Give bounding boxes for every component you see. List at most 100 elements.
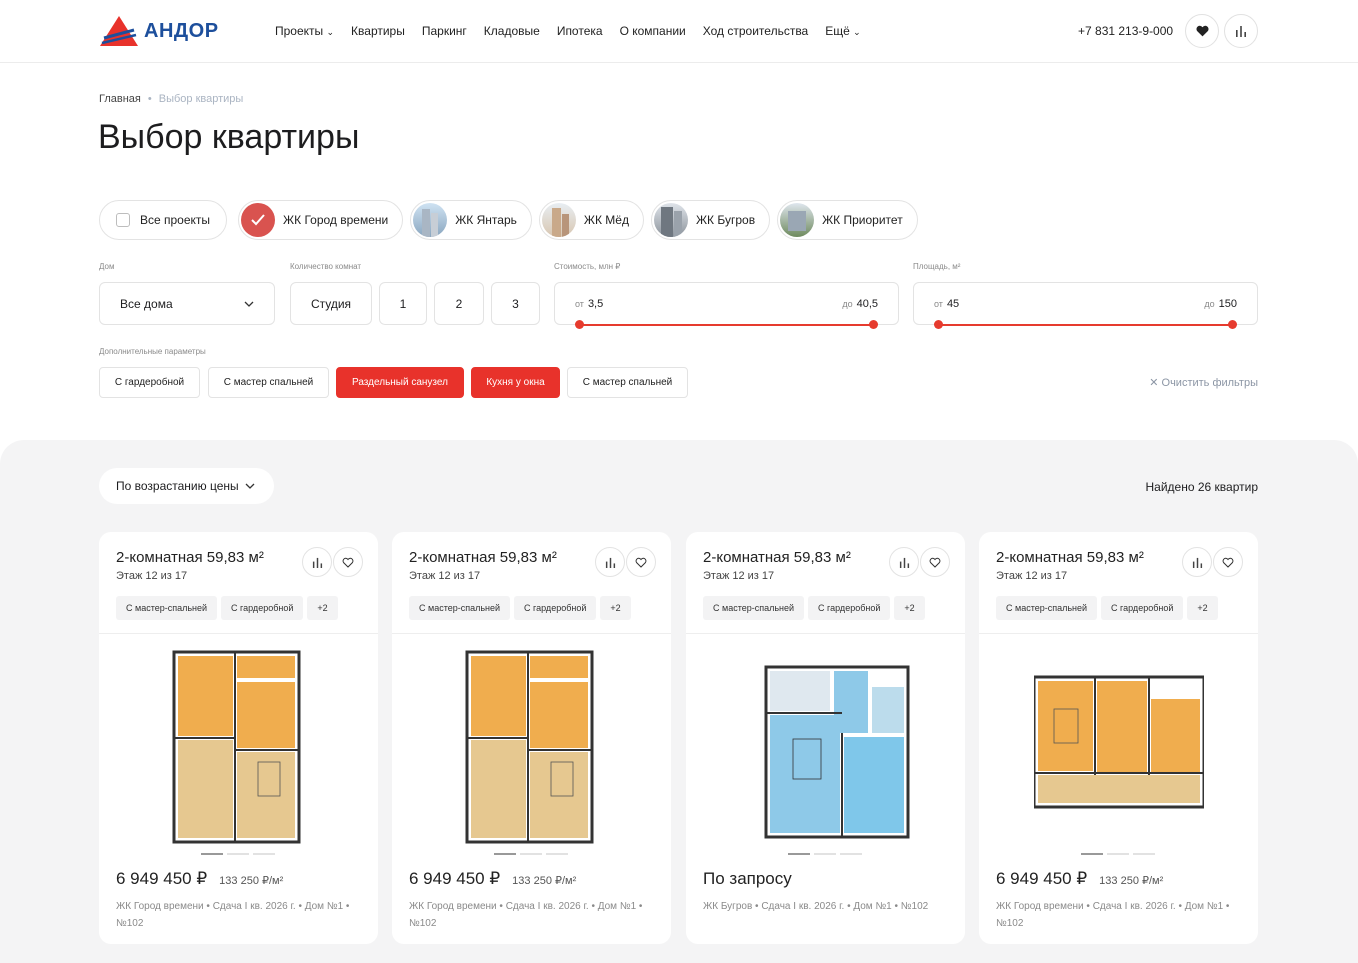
logo[interactable]: АНДОР (100, 16, 219, 46)
chevron-down-icon: ⌄ (853, 27, 861, 37)
price-slider-max-handle[interactable] (869, 320, 878, 329)
project-chip-all[interactable]: Все проекты (99, 200, 228, 240)
room-button-studio[interactable]: Студия (290, 282, 372, 325)
nav-item-storage[interactable]: Кладовые (484, 24, 540, 38)
heart-outline-icon (342, 557, 354, 568)
nav-item-construction[interactable]: Ход строительства (703, 24, 808, 38)
heart-outline-icon (929, 557, 941, 568)
pagination-dot[interactable] (840, 853, 862, 855)
area-from[interactable]: от 45 (934, 298, 959, 310)
room-button-3[interactable]: 3 (491, 282, 540, 325)
project-chip-yantar[interactable]: ЖК Янтарь (410, 200, 532, 240)
area-slider-min-handle[interactable] (934, 320, 943, 329)
floor-plan-image[interactable] (1032, 647, 1206, 847)
extra-filter-wardrobe[interactable]: С гардеробной (99, 367, 200, 398)
site-header: АНДОР Проекты ⌄ Квартиры Паркинг Кладовы… (0, 0, 1358, 63)
clear-filters-button[interactable]: ✕ Очистить фильтры (1149, 376, 1258, 389)
image-pagination[interactable] (201, 853, 275, 855)
project-chip-bugrov[interactable]: ЖК Бугров (650, 200, 771, 240)
price-slider-track (579, 324, 874, 326)
pagination-dot[interactable] (494, 853, 516, 855)
nav-item-mortgage[interactable]: Ипотека (557, 24, 603, 38)
nav-item-apartments[interactable]: Квартиры (351, 24, 405, 38)
card-tag-more[interactable]: +2 (307, 596, 338, 620)
project-chip-myod[interactable]: ЖК Мёд (538, 200, 644, 240)
image-pagination[interactable] (1081, 853, 1155, 855)
pagination-dot[interactable] (546, 853, 568, 855)
price-slider-min-handle[interactable] (575, 320, 584, 329)
nav-item-projects[interactable]: Проекты ⌄ (275, 24, 334, 38)
project-chip-gorod-vremeni[interactable]: ЖК Город времени (238, 200, 404, 240)
compare-button[interactable] (1224, 14, 1258, 48)
floor-plan-image[interactable] (741, 647, 911, 847)
card-price: 6 949 450 ₽ 133 250 ₽/м² (116, 869, 283, 889)
floor-plan-image[interactable] (154, 647, 324, 847)
range-prefix: до (1204, 299, 1215, 309)
pagination-dot[interactable] (1107, 853, 1129, 855)
card-tag: С мастер-спальней (996, 596, 1098, 620)
image-pagination[interactable] (494, 853, 568, 855)
apartment-card[interactable]: 2-комнатная 59,83 м² Этаж 12 из 17 С мас… (392, 532, 671, 944)
pagination-dot[interactable] (788, 853, 810, 855)
compare-button[interactable] (889, 547, 919, 577)
card-floor: Этаж 12 из 17 (703, 570, 775, 582)
pagination-dot[interactable] (253, 853, 275, 855)
price-value: 6 949 450 ₽ (996, 869, 1088, 888)
compare-button[interactable] (595, 547, 625, 577)
apartment-card[interactable]: 2-комнатная 59,83 м² Этаж 12 из 17 С мас… (979, 532, 1258, 944)
card-meta: ЖК Бугров • Сдача I кв. 2026 г. • Дом №1… (703, 901, 929, 912)
pagination-dot[interactable] (1081, 853, 1103, 855)
project-chip-prioritet[interactable]: ЖК Приоритет (777, 200, 918, 240)
favorite-button[interactable] (920, 547, 950, 577)
room-button-1[interactable]: 1 (379, 282, 427, 325)
area-slider-max-handle[interactable] (1228, 320, 1237, 329)
favorite-button[interactable] (626, 547, 656, 577)
extra-filter-master-bedroom[interactable]: С мастер спальней (208, 367, 329, 398)
card-tag-more[interactable]: +2 (894, 596, 925, 620)
favorite-button[interactable] (1213, 547, 1243, 577)
bar-chart-icon (1236, 26, 1246, 37)
pagination-dot[interactable] (201, 853, 223, 855)
page-title: Выбор квартиры (98, 118, 360, 156)
apartment-card[interactable]: 2-комнатная 59,83 м² Этаж 12 из 17 С мас… (99, 532, 378, 944)
heart-outline-icon (1222, 557, 1234, 568)
image-pagination[interactable] (788, 853, 862, 855)
favorite-button[interactable] (333, 547, 363, 577)
favorites-button[interactable] (1185, 14, 1219, 48)
card-tag-more[interactable]: +2 (1187, 596, 1218, 620)
area-range[interactable]: от 45 до 150 (913, 282, 1258, 329)
room-button-2[interactable]: 2 (434, 282, 484, 325)
results-count: Найдено 26 квартир (1145, 480, 1258, 494)
extra-filter-kitchen-window[interactable]: Кухня у окна (471, 367, 560, 398)
card-tag: С гардеробной (1101, 596, 1184, 620)
pagination-dot[interactable] (1133, 853, 1155, 855)
phone-link[interactable]: +7 831 213-9-000 (1078, 24, 1173, 38)
pagination-dot[interactable] (520, 853, 542, 855)
extra-filter-separate-bathroom[interactable]: Раздельный санузел (336, 367, 464, 398)
card-title: 2-комнатная 59,83 м² (409, 549, 557, 566)
floor-plan-image[interactable] (447, 647, 617, 847)
bar-chart-icon (312, 557, 322, 568)
nav-item-more[interactable]: Ещё ⌄ (825, 24, 860, 38)
checkbox[interactable] (116, 213, 130, 227)
main-nav: Проекты ⌄ Квартиры Паркинг Кладовые Ипот… (275, 24, 861, 38)
nav-item-parking[interactable]: Паркинг (422, 24, 467, 38)
price-range[interactable]: от 3,5 до 40,5 (554, 282, 899, 329)
breadcrumb-home[interactable]: Главная (99, 93, 141, 105)
price-value: По запросу (703, 869, 792, 888)
pagination-dot[interactable] (814, 853, 836, 855)
compare-button[interactable] (1182, 547, 1212, 577)
area-to[interactable]: до 150 (1204, 298, 1237, 310)
price-from[interactable]: от 3,5 (575, 298, 603, 310)
card-tag-more[interactable]: +2 (600, 596, 631, 620)
compare-button[interactable] (302, 547, 332, 577)
price-to[interactable]: до 40,5 (842, 298, 878, 310)
project-filter: Все проекты ЖК Город времени ЖК Янтарь Ж… (99, 200, 918, 240)
extra-filter-master-bedroom-2[interactable]: С мастер спальней (567, 367, 688, 398)
nav-item-about[interactable]: О компании (620, 24, 686, 38)
house-select[interactable]: Все дома (99, 282, 275, 325)
apartment-card[interactable]: 2-комнатная 59,83 м² Этаж 12 из 17 С мас… (686, 532, 965, 944)
sort-select[interactable]: По возрастанию цены (99, 468, 274, 504)
pagination-dot[interactable] (227, 853, 249, 855)
house-filter-label: Дом (99, 262, 115, 271)
